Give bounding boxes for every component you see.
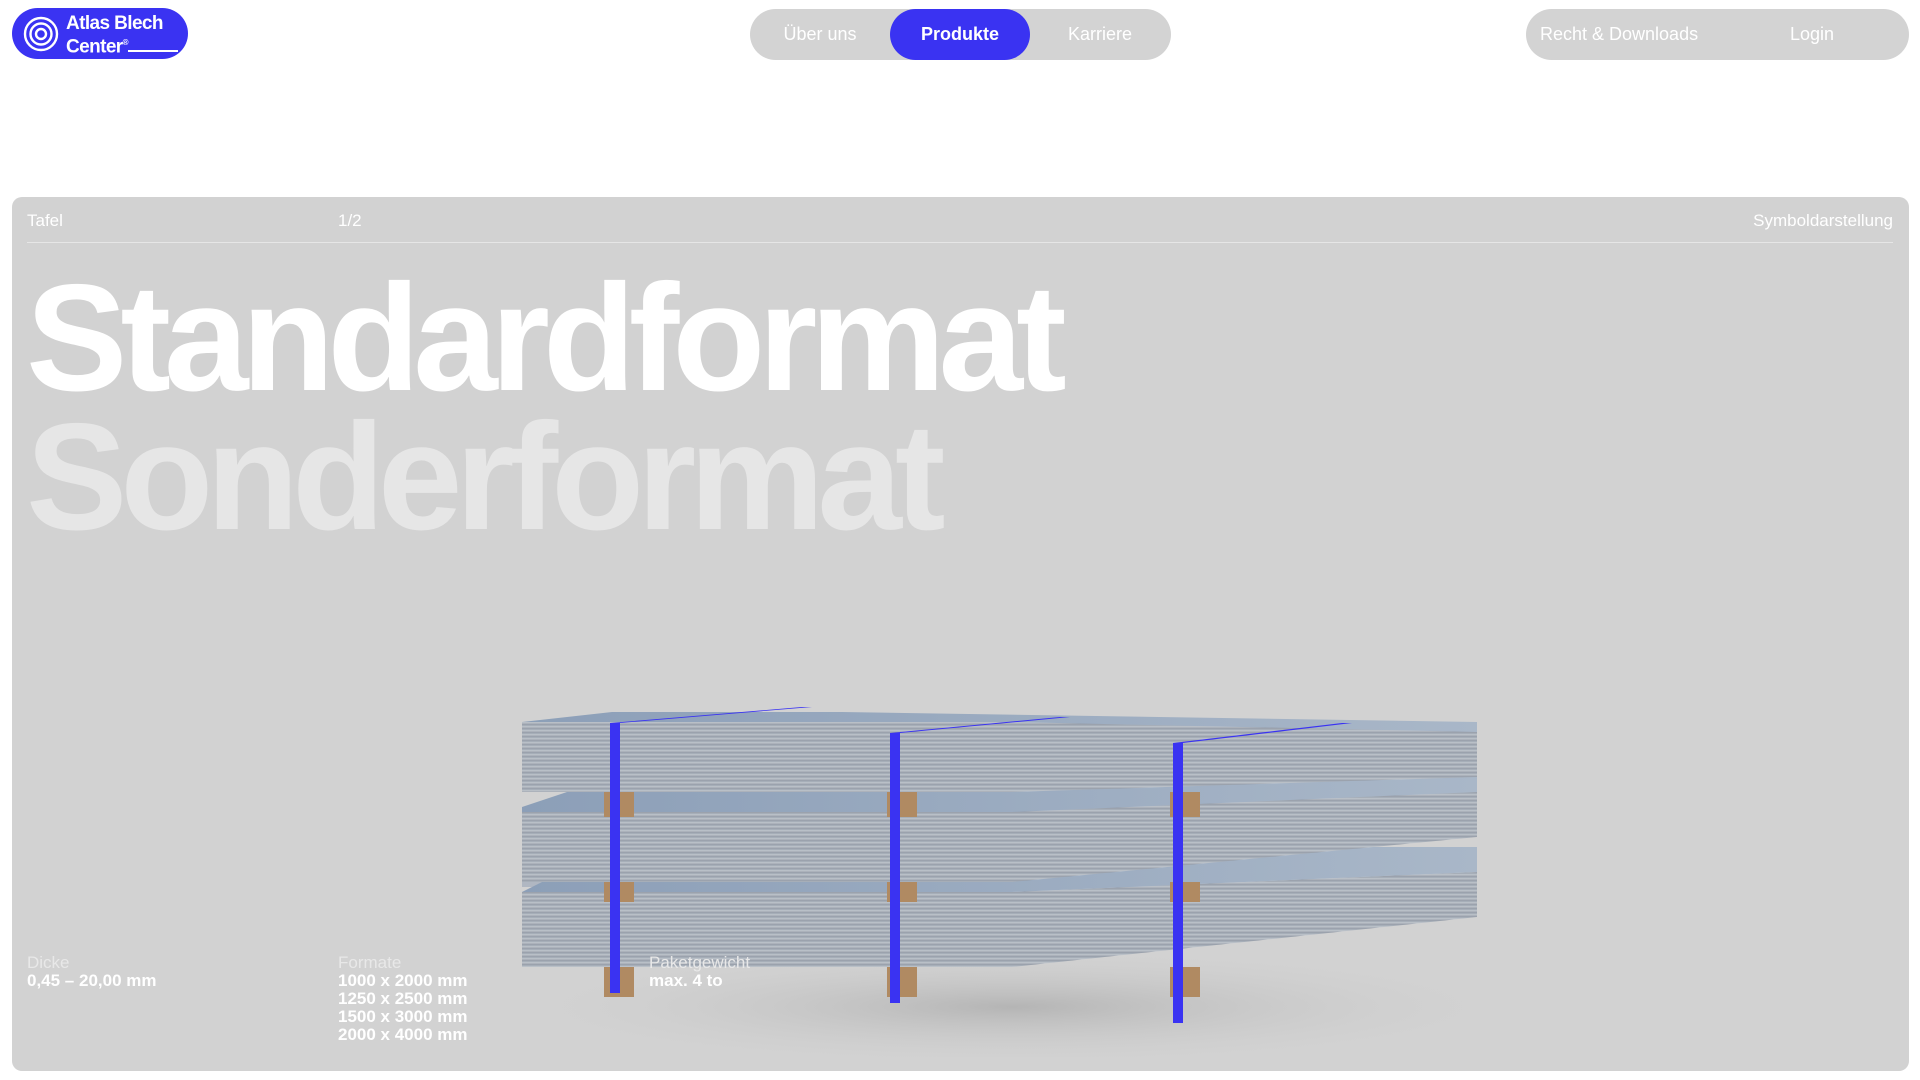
spec-value: max. 4 to bbox=[649, 971, 723, 990]
brand-logo[interactable]: Atlas Blech Center® bbox=[12, 8, 188, 59]
spec-value: 1250 x 2500 mm bbox=[338, 989, 468, 1008]
sheet-metal-stack-icon bbox=[492, 707, 1492, 1057]
spec-value: 1000 x 2000 mm bbox=[338, 971, 468, 990]
product-category: Tafel bbox=[27, 211, 63, 230]
header-divider bbox=[27, 242, 1893, 243]
spec-label-formate: Formate bbox=[338, 953, 402, 972]
nav-item-produkte[interactable]: Produkte bbox=[890, 9, 1030, 60]
main-nav: Über uns Produkte Karriere bbox=[750, 9, 1171, 60]
nav-item-karriere[interactable]: Karriere bbox=[1030, 9, 1170, 60]
pagination-indicator[interactable]: 1/2 bbox=[338, 211, 362, 231]
recht-downloads-link[interactable]: Recht & Downloads bbox=[1540, 9, 1698, 60]
spec-value: 0,45 – 20,00 mm bbox=[27, 971, 157, 990]
secondary-nav: Recht & Downloads Login bbox=[1526, 9, 1909, 60]
logo-underline bbox=[128, 50, 178, 52]
spec-label-paketgewicht: Paketgewicht bbox=[649, 953, 751, 972]
logo-rings-icon bbox=[23, 16, 59, 52]
headline-sonderformat[interactable]: Sonderformat bbox=[26, 401, 946, 553]
image-note: Symboldarstellung bbox=[1753, 211, 1893, 230]
spec-values-dicke: 0,45 – 20,00 mm bbox=[27, 972, 156, 990]
spec-values-formate: 1000 x 2000 mm 1250 x 2500 mm 1500 x 300… bbox=[338, 972, 468, 1044]
registered-mark: ® bbox=[122, 38, 129, 47]
spec-value: 2000 x 4000 mm bbox=[338, 1025, 468, 1044]
spec-label-dicke: Dicke bbox=[27, 953, 70, 972]
spec-value: 1500 x 3000 mm bbox=[338, 1007, 468, 1026]
brand-name-line2: Center® bbox=[66, 36, 129, 58]
spec-values-paketgewicht: max. 4 to bbox=[649, 972, 723, 990]
login-link[interactable]: Login bbox=[1790, 9, 1834, 60]
nav-item-ueber-uns[interactable]: Über uns bbox=[750, 9, 890, 60]
brand-name-line1: Atlas Blech bbox=[66, 13, 163, 34]
product-card: Tafel 1/2 Symboldarstellung Standardform… bbox=[12, 197, 1909, 1071]
